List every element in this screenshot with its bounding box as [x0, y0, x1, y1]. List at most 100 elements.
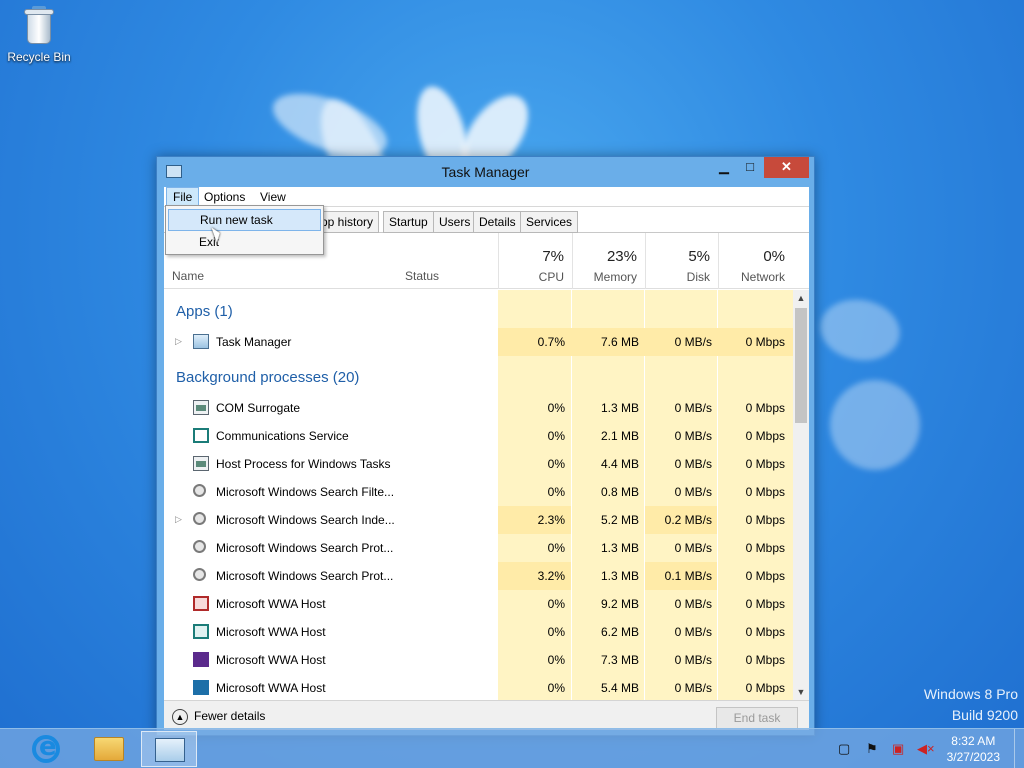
build-text: Build 9200	[951, 707, 1018, 723]
volume-muted-icon[interactable]: ◀×	[917, 741, 935, 757]
network-value: 0 Mbps	[745, 429, 785, 443]
table-row[interactable]: Microsoft Windows Search Prot... 0% 1.3 …	[164, 534, 793, 562]
end-task-button[interactable]: End task	[716, 707, 798, 729]
folder-icon	[94, 737, 124, 761]
process-list: Apps (1) ▷ Task Manager 0.7% 7.6 MB 0 MB…	[164, 290, 793, 700]
scroll-thumb[interactable]	[795, 308, 807, 423]
memory-value: 7.6 MB	[600, 335, 639, 349]
wwa-icon	[193, 624, 209, 639]
table-row[interactable]: Microsoft WWA Host 0% 7.3 MB 0 MB/s 0 Mb…	[164, 646, 793, 674]
memory-total: 23%	[606, 248, 637, 265]
network-value: 0 Mbps	[745, 597, 785, 611]
cpu-value: 0%	[547, 625, 565, 639]
network-total: 0%	[763, 248, 785, 265]
fewer-details-button[interactable]: ▲ Fewer details	[172, 709, 265, 725]
cpu-total: 7%	[542, 248, 564, 265]
close-button[interactable]: ✕	[764, 157, 809, 178]
cpu-value: 0%	[547, 653, 565, 667]
wallpaper-petal	[815, 293, 905, 367]
exit-menu-item[interactable]: Exit	[168, 231, 321, 253]
file-menu-dropdown: Run new task Exit	[165, 205, 324, 255]
network-label: Network	[740, 270, 785, 284]
disk-value: 0.1 MB/s	[664, 569, 712, 583]
taskbar-task-manager[interactable]	[141, 731, 197, 767]
column-cpu[interactable]: 7% CPU	[498, 233, 572, 289]
network-value: 0 Mbps	[745, 513, 785, 527]
vertical-scrollbar[interactable]: ▲ ▼	[793, 290, 809, 700]
menu-view[interactable]: View	[254, 187, 292, 207]
disk-value: 0 MB/s	[674, 485, 712, 499]
table-row[interactable]: Microsoft WWA Host 0% 6.2 MB 0 MB/s 0 Mb…	[164, 618, 793, 646]
table-row[interactable]: Microsoft Windows Search Filte... 0% 0.8…	[164, 478, 793, 506]
taskbar-internet-explorer[interactable]	[18, 731, 74, 767]
process-name: Microsoft Windows Search Prot...	[216, 569, 394, 583]
column-disk[interactable]: 5% Disk	[645, 233, 718, 289]
action-center-flag-icon[interactable]: ⚑	[866, 741, 878, 757]
disk-value: 0 MB/s	[674, 541, 712, 555]
disk-value: 0 MB/s	[674, 457, 712, 471]
tab-app-history[interactable]: pp history	[316, 211, 380, 233]
tab-users[interactable]: Users	[433, 211, 477, 233]
column-name[interactable]: Name	[172, 269, 204, 283]
cpu-value: 2.3%	[537, 513, 565, 527]
maximize-button[interactable]: □	[737, 157, 763, 178]
collapse-chevron-icon: ▲	[172, 709, 188, 725]
table-row[interactable]: Host Process for Windows Tasks 0% 4.4 MB…	[164, 450, 793, 478]
recycle-bin-label: Recycle Bin	[7, 50, 71, 64]
memory-value: 2.1 MB	[600, 429, 639, 443]
mail-icon	[193, 428, 209, 443]
network-value: 0 Mbps	[745, 485, 785, 499]
recycle-bin-shortcut[interactable]: Recycle Bin	[6, 6, 72, 64]
table-row[interactable]: Microsoft Windows Search Prot... 3.2% 1.…	[164, 562, 793, 590]
process-name: Microsoft Windows Search Prot...	[216, 541, 394, 555]
cpu-value: 0%	[547, 541, 565, 555]
disk-value: 0 MB/s	[674, 681, 712, 695]
wwa-icon	[193, 652, 209, 667]
menu-options[interactable]: Options	[198, 187, 251, 207]
tray-overflow-icon[interactable]: ▢	[838, 741, 850, 757]
title-bar[interactable]: Task Manager ▁ □ ✕	[157, 157, 814, 187]
table-row[interactable]: Microsoft WWA Host 0% 9.2 MB 0 MB/s 0 Mb…	[164, 590, 793, 618]
tab-services[interactable]: Services	[520, 211, 579, 233]
network-value: 0 Mbps	[745, 541, 785, 555]
table-row[interactable]: ▷ Task Manager 0.7% 7.6 MB 0 MB/s 0 Mbps	[164, 328, 793, 356]
process-name: Communications Service	[216, 429, 349, 443]
wwa-icon	[193, 680, 209, 695]
menu-file[interactable]: File	[166, 187, 200, 207]
cpu-value: 3.2%	[537, 569, 565, 583]
system-clock[interactable]: 8:32 AM 3/27/2023	[947, 733, 1000, 765]
expand-chevron-icon[interactable]: ▷	[175, 514, 182, 525]
column-memory[interactable]: 23% Memory	[572, 233, 645, 289]
table-row[interactable]: Microsoft WWA Host 0% 5.4 MB 0 MB/s 0 Mb…	[164, 674, 793, 700]
column-network[interactable]: 0% Network	[718, 233, 793, 289]
disk-label: Disk	[686, 270, 710, 284]
table-row[interactable]: Communications Service 0% 2.1 MB 0 MB/s …	[164, 422, 793, 450]
show-desktop-button[interactable]	[1014, 729, 1024, 768]
table-row[interactable]: ▷ Microsoft Windows Search Inde... 2.3% …	[164, 506, 793, 534]
column-status[interactable]: Status	[405, 269, 439, 283]
scroll-down-icon[interactable]: ▼	[793, 684, 809, 700]
cpu-value: 0%	[547, 457, 565, 471]
disk-value: 0.2 MB/s	[664, 513, 712, 527]
network-value: 0 Mbps	[745, 681, 785, 695]
network-value: 0 Mbps	[745, 457, 785, 471]
disk-value: 0 MB/s	[674, 597, 712, 611]
tab-startup[interactable]: Startup	[383, 211, 434, 233]
clock-time: 8:32 AM	[951, 734, 996, 748]
task-manager-icon	[155, 738, 185, 762]
disk-value: 0 MB/s	[674, 653, 712, 667]
taskbar-file-explorer[interactable]	[80, 731, 136, 767]
minimize-button[interactable]: ▁	[711, 157, 737, 178]
scroll-up-icon[interactable]: ▲	[793, 290, 809, 306]
memory-value: 0.8 MB	[600, 485, 639, 499]
run-new-task-menu-item[interactable]: Run new task	[168, 209, 321, 231]
network-value: 0 Mbps	[745, 625, 785, 639]
table-row[interactable]: COM Surrogate 0% 1.3 MB 0 MB/s 0 Mbps	[164, 394, 793, 422]
tab-details[interactable]: Details	[473, 211, 522, 233]
network-disconnected-icon[interactable]: ▣	[892, 741, 904, 757]
group-apps: Apps (1)	[176, 303, 233, 320]
memory-value: 7.3 MB	[600, 653, 639, 667]
cpu-value: 0%	[547, 401, 565, 415]
service-icon	[193, 456, 209, 471]
expand-chevron-icon[interactable]: ▷	[175, 336, 182, 347]
